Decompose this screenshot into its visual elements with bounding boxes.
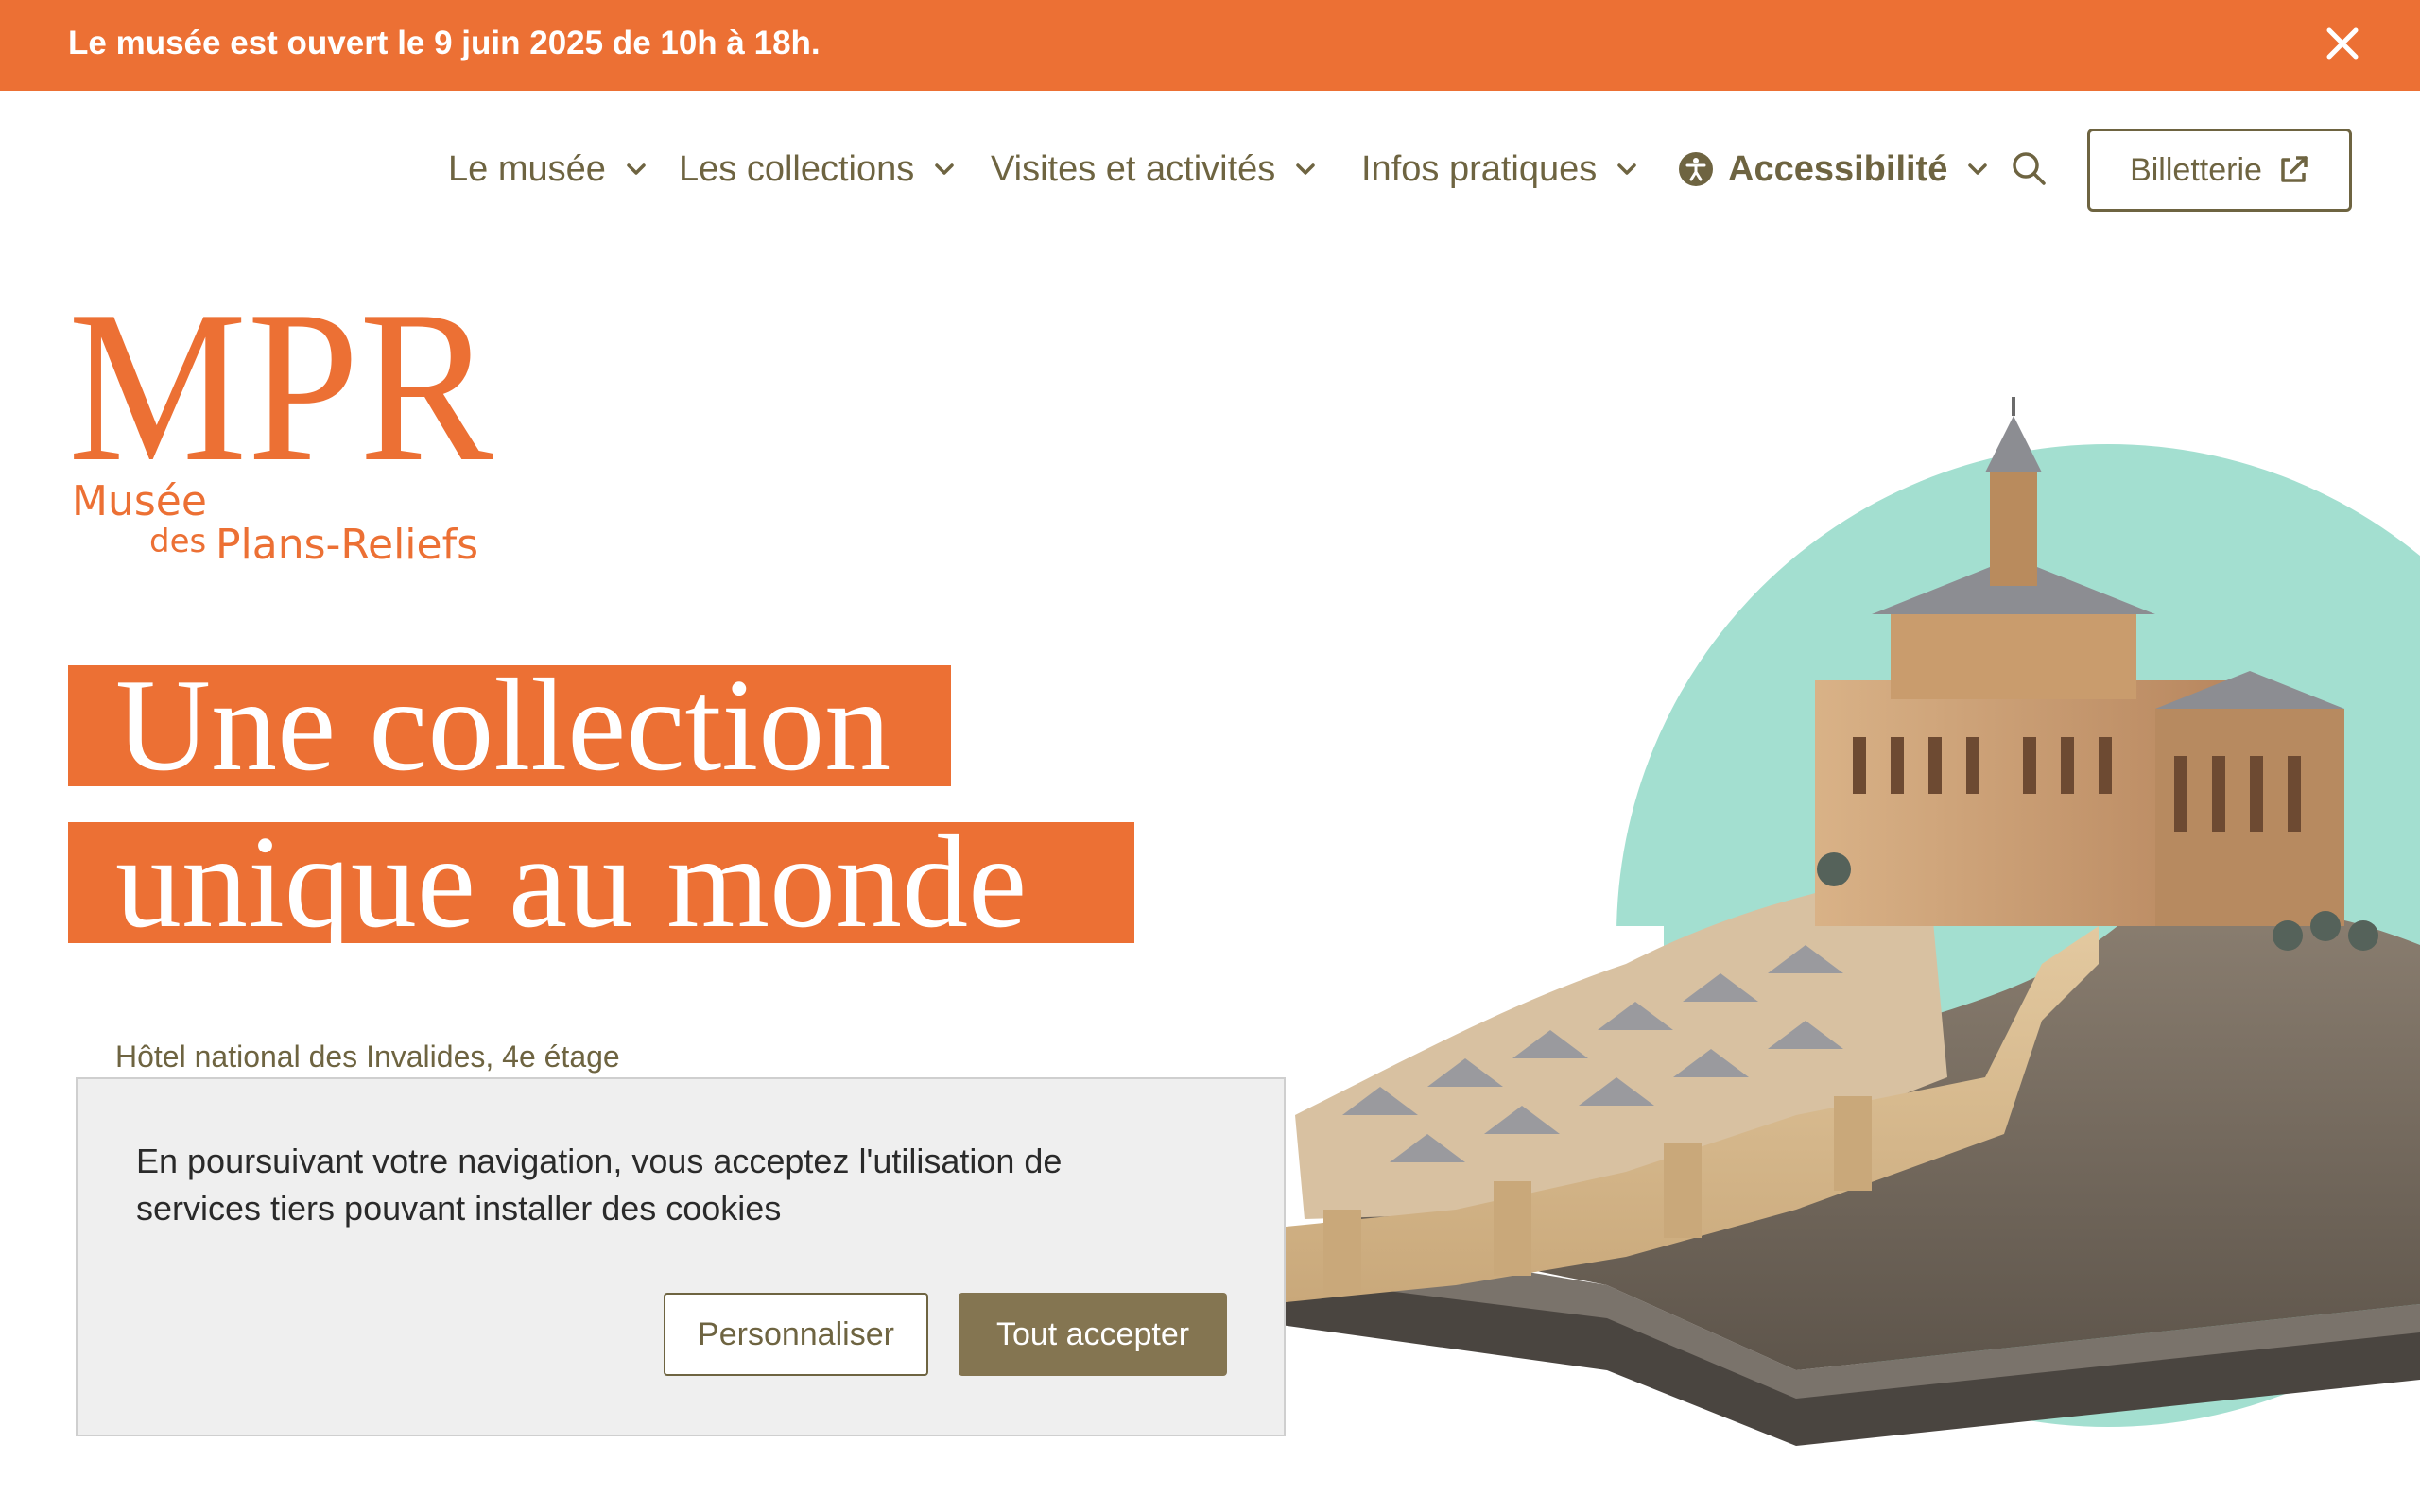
close-icon[interactable] — [2322, 23, 2363, 64]
nav-item-visites-et-activites[interactable]: Visites et activités — [991, 146, 1317, 193]
nav-item-label: Infos pratiques — [1361, 148, 1598, 189]
external-link-icon — [2281, 156, 2308, 182]
nav-item-label: Visites et activités — [991, 148, 1276, 189]
chevron-down-icon — [1968, 163, 1988, 175]
cookie-consent-banner: En poursuivant votre navigation, vous ac… — [76, 1077, 1286, 1436]
search-icon[interactable] — [2010, 149, 2048, 187]
chevron-down-icon — [627, 163, 646, 175]
hero-title-line-2: unique au monde — [68, 816, 1134, 949]
nav-item-infos-pratiques[interactable]: Infos pratiques — [1361, 146, 1638, 193]
logo-monogram: MPR — [68, 274, 494, 507]
nav-item-label: Les collections — [679, 148, 915, 189]
logo-line-des: des — [149, 523, 207, 560]
nav-item-label: Accessibilité — [1728, 148, 1948, 189]
ticket-button-label: Billetterie — [2130, 151, 2262, 188]
ticket-button[interactable]: Billetterie — [2087, 129, 2352, 212]
customize-cookies-button[interactable]: Personnaliser — [664, 1293, 928, 1376]
main-navigation: Le musée Les collections Visites et acti… — [0, 91, 2420, 249]
cookie-consent-text: En poursuivant votre navigation, vous ac… — [136, 1142, 1063, 1228]
nav-item-les-collections[interactable]: Les collections — [679, 146, 956, 193]
nav-item-label: Le musée — [448, 148, 606, 189]
hero-title-line-1: Une collection — [68, 660, 951, 792]
chevron-down-icon — [935, 163, 954, 175]
museum-address: Hôtel national des Invalides, 4e étage — [115, 1040, 620, 1074]
nav-item-le-musee[interactable]: Le musée — [448, 146, 648, 193]
chevron-down-icon — [1296, 163, 1316, 175]
announcement-banner: Le musée est ouvert le 9 juin 2025 de 10… — [0, 0, 2420, 91]
accept-all-cookies-button[interactable]: Tout accepter — [959, 1293, 1227, 1376]
logo-line-plans-reliefs: Plans-Reliefs — [216, 521, 479, 569]
announcement-text: Le musée est ouvert le 9 juin 2025 de 10… — [68, 25, 821, 61]
accessibility-icon — [1679, 152, 1713, 186]
logo-line-musee: Musée — [72, 477, 207, 525]
nav-item-accessibilite[interactable]: Accessibilité — [1679, 146, 1989, 193]
hero-illustration-mont-saint-michel — [1267, 397, 2420, 1512]
chevron-down-icon — [1617, 163, 1637, 175]
